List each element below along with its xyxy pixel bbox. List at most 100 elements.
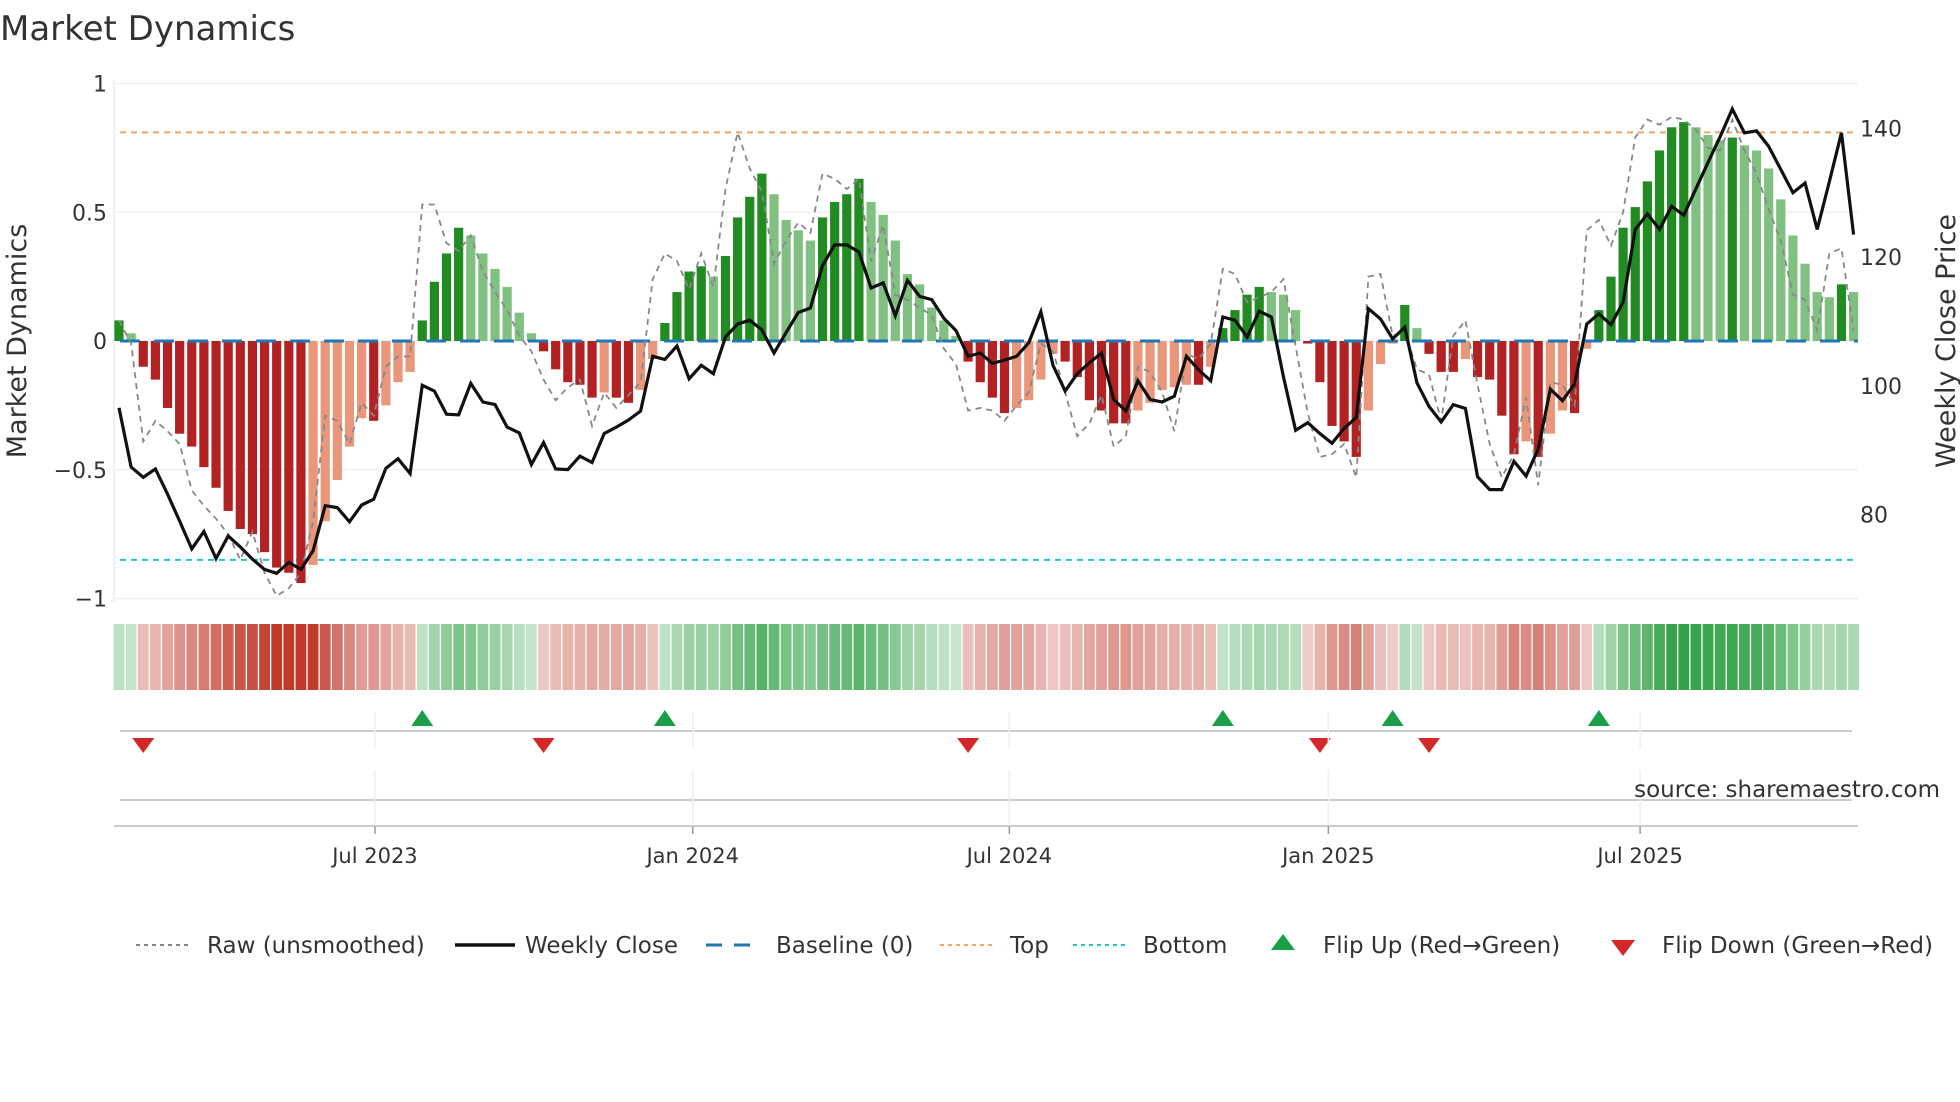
heat-cell <box>441 624 452 690</box>
heat-cell <box>1314 624 1326 690</box>
heat-cell <box>344 624 355 690</box>
heat-cell <box>1593 624 1605 690</box>
dynamics-bar <box>1460 341 1471 360</box>
dynamics-bar <box>1315 341 1325 383</box>
heat-cell <box>974 624 986 690</box>
dynamics-bar <box>1691 127 1701 342</box>
heat-cell <box>1836 624 1847 690</box>
dynamics-bar <box>635 341 646 390</box>
legend: Raw (unsmoothed) Weekly Close Baseline (0)… <box>136 933 1933 959</box>
left-tick-label: 0 <box>93 330 107 355</box>
dynamics-bar <box>781 219 791 341</box>
heat-cell <box>1205 624 1217 690</box>
dynamics-bar <box>381 341 391 406</box>
heat-cell <box>1508 624 1520 690</box>
heat-cell <box>1181 624 1192 690</box>
dynamics-bar <box>830 201 840 341</box>
dynamics-bar <box>805 240 816 341</box>
heat-cell <box>610 624 622 690</box>
dynamics-bar <box>235 341 245 529</box>
heat-cell <box>1763 624 1775 690</box>
heat-cell <box>1775 624 1787 690</box>
heat-cell <box>865 624 877 690</box>
heat-cell <box>1144 624 1156 690</box>
heat-cell <box>1532 624 1544 690</box>
dynamics-bar <box>1497 341 1507 416</box>
heat-cell <box>817 624 828 690</box>
heat-cell <box>1241 624 1253 690</box>
heat-cell <box>1411 624 1423 690</box>
dynamics-bar <box>623 341 634 403</box>
dynamics-bar <box>611 341 621 398</box>
dynamics-bar <box>1060 341 1070 362</box>
heat-cell <box>1690 624 1702 690</box>
dynamics-bar <box>259 341 270 553</box>
legend-item-baseline: Baseline (0) <box>706 933 913 959</box>
heat-cell <box>513 624 525 690</box>
dynamics-bar <box>454 227 464 341</box>
heat-cell <box>647 624 659 690</box>
heat-cell <box>1714 624 1726 690</box>
heat-cell <box>1629 624 1641 690</box>
dynamics-bar <box>1157 341 1167 390</box>
heat-cell <box>1023 624 1035 690</box>
dynamics-bar <box>696 266 706 341</box>
dynamics-bar <box>1472 341 1483 378</box>
dynamics-bar <box>332 341 342 481</box>
heat-cell <box>392 624 404 690</box>
heat-cell <box>1399 624 1411 690</box>
dynamics-bar <box>538 341 549 352</box>
dynamics-bar <box>890 240 900 341</box>
heat-cell <box>1326 624 1338 690</box>
dynamics-bar <box>1739 145 1750 341</box>
dynamics-bar <box>441 253 452 341</box>
dynamics-bar <box>1424 341 1434 354</box>
heat-cell <box>550 624 562 690</box>
heat-cell <box>938 624 950 690</box>
dynamics-bar <box>150 341 160 380</box>
dynamics-bar <box>223 341 233 511</box>
dynamics-bar <box>878 214 888 341</box>
heat-strip <box>113 624 1859 690</box>
heat-cell <box>1484 624 1496 690</box>
dynamics-bar <box>1485 341 1495 380</box>
heat-cell <box>477 624 489 690</box>
legend-label: Baseline (0) <box>776 933 913 959</box>
x-tick-label: Jan 2025 <box>1280 844 1375 868</box>
heat-cell <box>1338 624 1350 690</box>
heat-cell <box>501 624 513 690</box>
heat-cell <box>113 624 125 690</box>
dynamics-bar <box>466 235 476 341</box>
dynamics-bar <box>1606 276 1616 341</box>
heat-cell <box>331 624 343 690</box>
legend-item-flipup: Flip Up (Red→Green) <box>1271 933 1560 959</box>
dynamics-bar <box>1375 341 1386 365</box>
left-tick-label: 1 <box>93 73 107 98</box>
heat-cell <box>295 624 307 690</box>
heat-cell <box>247 624 258 690</box>
dynamics-bar <box>114 320 124 341</box>
heat-cell <box>1787 624 1799 690</box>
heat-cell <box>574 624 586 690</box>
heat-cell <box>792 624 804 690</box>
heat-cell <box>962 624 974 690</box>
x-tick-label: Jul 2023 <box>330 844 417 868</box>
heat-cell <box>1302 624 1314 690</box>
dynamics-bar <box>866 201 876 341</box>
heat-cell <box>1265 624 1277 690</box>
dynamics-bar <box>1654 150 1665 341</box>
heat-cell <box>1229 624 1241 690</box>
heat-cell <box>926 624 938 690</box>
heat-cell <box>1132 624 1144 690</box>
heat-cell <box>756 624 768 690</box>
legend-label: Weekly Close <box>525 933 678 959</box>
dynamics-bar <box>1667 127 1677 342</box>
dynamics-bar <box>514 312 524 341</box>
heat-cell <box>283 624 295 690</box>
heat-cell <box>1569 624 1580 690</box>
dynamics-bar <box>247 341 258 535</box>
dynamics-bar <box>1776 199 1786 341</box>
dynamics-bar <box>1800 263 1810 341</box>
dynamics-bar <box>1509 341 1519 455</box>
heat-cell <box>198 624 210 690</box>
